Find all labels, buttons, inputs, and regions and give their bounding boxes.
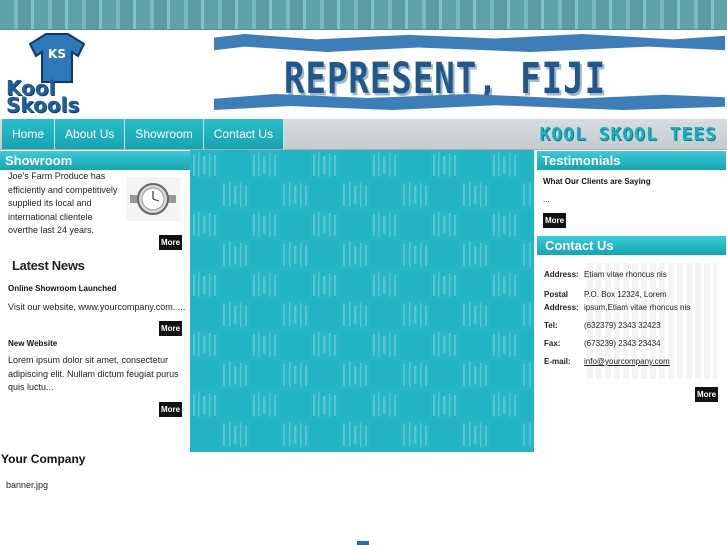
nav-tagline: KOOL SKOOL TEES (539, 124, 717, 145)
nav-contact-us[interactable]: Contact Us (203, 119, 285, 149)
content-pattern-area (190, 150, 534, 452)
contact-heading: Contact Us (537, 236, 726, 255)
nav-home[interactable]: Home (2, 119, 56, 149)
logo-line-2: Skools (6, 93, 80, 117)
contact-fax-label: Fax: (544, 339, 561, 348)
logo-wordmark: Kool Skools (6, 78, 118, 117)
news-more-button-1[interactable]: More (159, 321, 182, 336)
contact-address-value: Etiam vitae rhoncus nis (584, 270, 667, 279)
footer-scroll-marker (357, 541, 369, 545)
news-item-title[interactable]: New Website (8, 339, 57, 348)
contact-fax-value: (673239) 2343 23434 (584, 339, 661, 348)
nav-showroom[interactable]: Showroom (125, 119, 204, 149)
contact-tel-label: Tel: (544, 321, 558, 330)
contact-postal-label-line-1: Postal (544, 290, 569, 299)
footer-banner-filename: banner.jpg (6, 480, 49, 490)
left-column: Showroom Joe's Farm Produce has efficien… (0, 151, 190, 451)
logo-badge: KS (48, 47, 66, 61)
news-heading: Latest News (12, 258, 85, 273)
testimonials-more-button[interactable]: More (543, 213, 566, 228)
showroom-text: Joe's Farm Produce has efficiently and c… (8, 171, 118, 235)
contact-address-label: Address: (544, 270, 579, 279)
checker-pattern (190, 150, 534, 452)
nav-about-us[interactable]: About Us (55, 119, 126, 149)
main-nav: Home About Us Showroom Contact Us KOOL S… (0, 119, 727, 150)
showroom-more-button[interactable]: More (159, 235, 182, 250)
contact-more-button[interactable]: More (695, 387, 718, 402)
news-item-body: Lorem ipsum dolor sit amet, consectetur … (8, 355, 179, 392)
footer-company-name: Your Company (1, 452, 86, 466)
contact-tel-value: (632379) 2343 32423 (584, 321, 661, 330)
contact-postal-label-line-2: Address: (544, 303, 579, 312)
contact-heading-bar: Contact Us (537, 236, 726, 255)
contact-email-label: E-mail: (544, 357, 571, 366)
news-item-title[interactable]: Online Showroom Launched (8, 284, 116, 293)
news-more-button-2[interactable]: More (159, 402, 182, 417)
banner-brush-stripe-bottom (214, 94, 725, 110)
contact-email-link[interactable]: info@yourcompany.com (584, 355, 712, 368)
testimonials-text: ... (543, 195, 550, 204)
right-column: Testimonials What Our Clients are Saying… (537, 151, 727, 451)
news-item-body: Visit our website, www.yourcompany.com. … (8, 302, 186, 312)
nav-items: Home About Us Showroom Contact Us (2, 119, 285, 149)
testimonials-heading: Testimonials (537, 151, 726, 170)
contact-postal-value: P.O. Box 12324, Lorem ipsum,Etiam vitae … (584, 290, 691, 312)
header-banner: REPRESENT, FIJI (214, 32, 725, 116)
watch-icon[interactable] (126, 177, 180, 221)
banner-brush-stripe-top (214, 34, 725, 52)
top-decorative-strip (0, 0, 727, 30)
showroom-heading: Showroom (0, 151, 190, 170)
contact-postal-label: Postal Address: (544, 288, 584, 314)
testimonials-subheading: What Our Clients are Saying (543, 177, 651, 186)
logo[interactable]: KS Kool Skools (6, 32, 118, 118)
